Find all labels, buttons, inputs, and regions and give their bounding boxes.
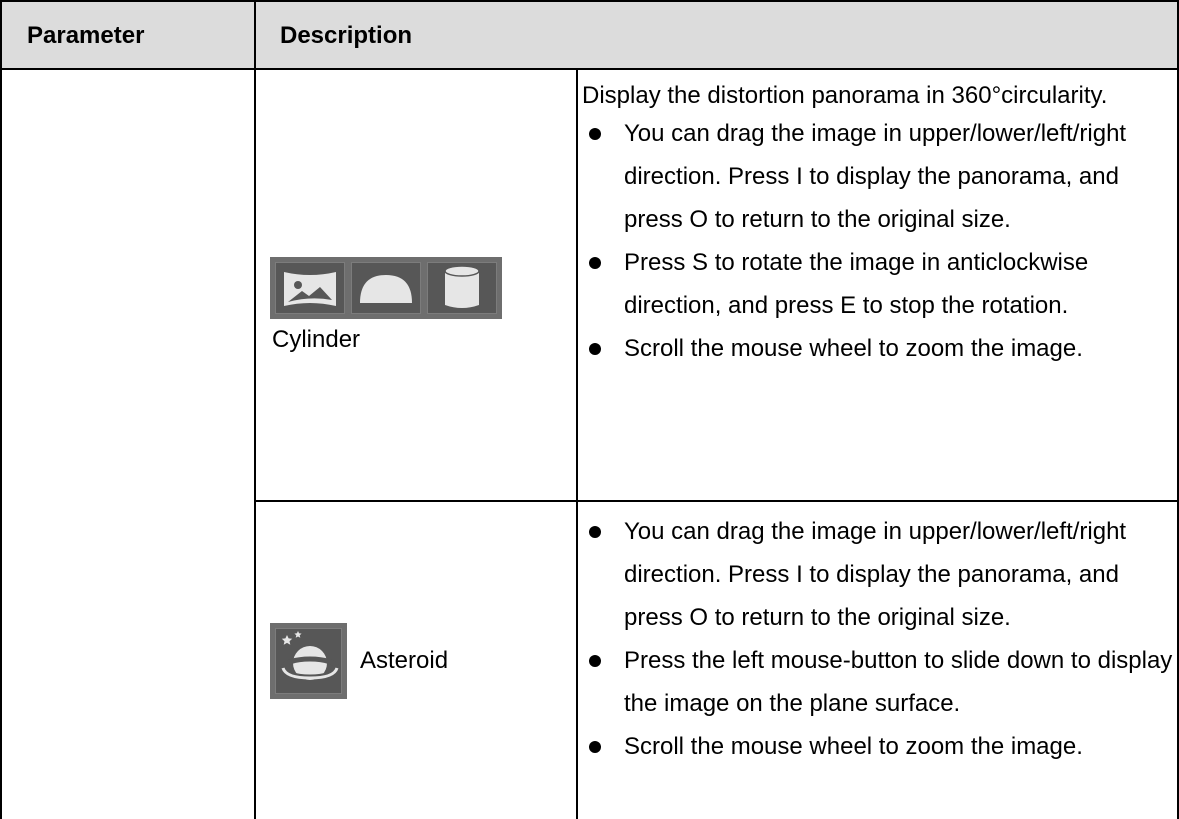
mode-label-asteroid: Asteroid (360, 647, 449, 674)
list-item: You can drag the image in upper/lower/le… (582, 510, 1174, 639)
parameter-table: Parameter Description Cylinder Display t… (0, 0, 1179, 819)
bullet-icon (589, 741, 601, 753)
view-mode-icon-bar (270, 257, 502, 319)
list-item: You can drag the image in upper/lower/le… (582, 112, 1174, 241)
column-divider-description (576, 68, 578, 819)
flat-panorama-icon[interactable] (275, 262, 345, 314)
bullet-icon (589, 257, 601, 269)
description-cylinder: Display the distortion panorama in 360°c… (582, 82, 1174, 363)
header-description: Description (280, 22, 413, 49)
bullet-icon (589, 343, 601, 355)
bullet-icon (589, 526, 601, 538)
bullet-icon (589, 655, 601, 667)
table-border-top (0, 0, 1179, 2)
header-divider (0, 68, 1179, 70)
header-parameter: Parameter (27, 22, 145, 49)
bullet-icon (589, 128, 601, 140)
column-divider-parameter (254, 0, 256, 819)
description-intro: Display the distortion panorama in 360°c… (582, 82, 1108, 109)
description-asteroid: You can drag the image in upper/lower/le… (582, 510, 1174, 761)
table-border-left (0, 0, 2, 819)
cylinder-icon[interactable] (427, 262, 497, 314)
list-item: Press the left mouse-button to slide dow… (582, 639, 1174, 725)
list-item: Scroll the mouse wheel to zoom the image… (582, 327, 1174, 363)
asteroid-planet-icon[interactable] (275, 628, 342, 694)
list-item: Scroll the mouse wheel to zoom the image… (582, 725, 1174, 761)
row-divider (254, 500, 1179, 502)
mode-label-cylinder: Cylinder (272, 326, 361, 353)
dome-icon[interactable] (351, 262, 421, 314)
asteroid-icon-box (270, 623, 347, 699)
list-item: Press S to rotate the image in anticlock… (582, 241, 1174, 327)
